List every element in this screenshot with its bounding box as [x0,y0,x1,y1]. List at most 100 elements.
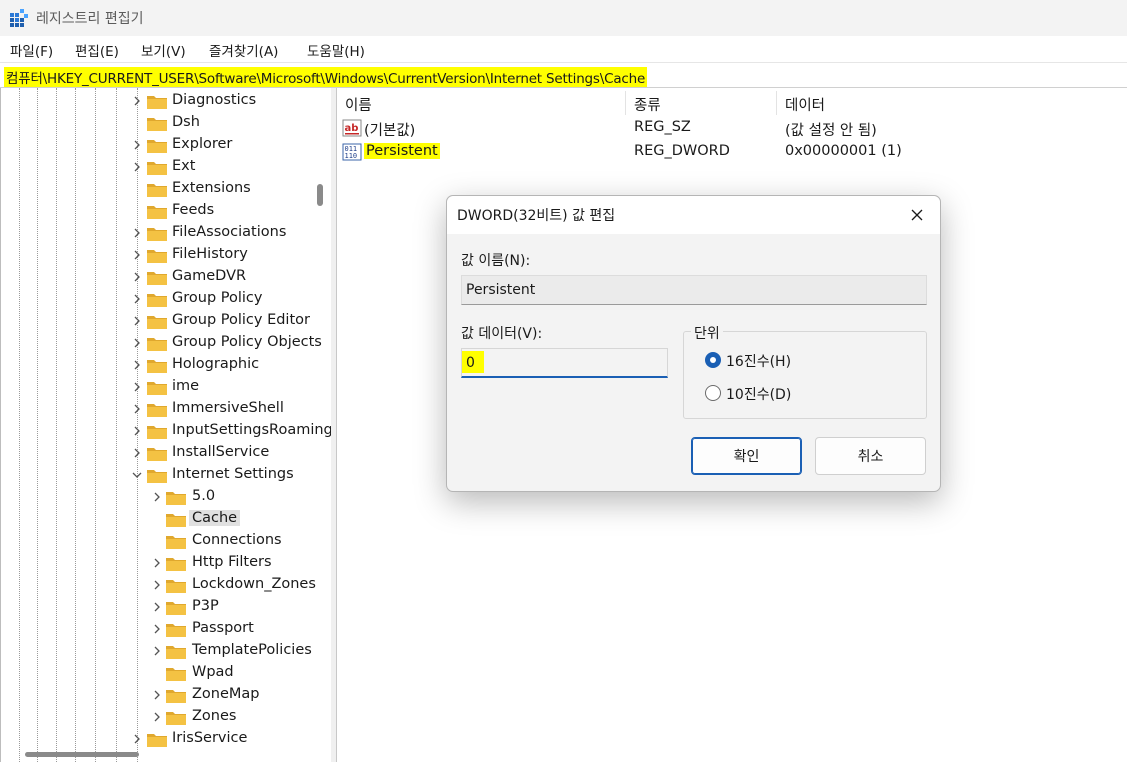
tree-item[interactable]: IrisService [1,728,331,750]
ok-button[interactable]: 확인 [691,437,802,475]
tree-item[interactable]: Ext [1,156,331,178]
tree-item[interactable]: 5.0 [1,486,331,508]
menu-bar: 파일(F) 편집(E) 보기(V) 즐겨찾기(A) 도움말(H) [0,36,1127,62]
chevron-right-icon[interactable] [131,248,143,262]
tree-item-label: Ext [172,158,196,174]
folder-icon [147,426,167,439]
radio-selected-indicator[interactable] [705,352,721,368]
tree-item-label: Holographic [172,356,260,372]
tree-item[interactable]: Http Filters [1,552,331,574]
chevron-right-icon[interactable] [131,446,143,460]
chevron-right-icon[interactable] [131,226,143,240]
chevron-right-icon[interactable] [151,490,163,504]
tree-horizontal-scrollbar[interactable] [25,752,139,757]
tree-item[interactable]: InstallService [1,442,331,464]
tree-item[interactable]: Wpad [1,662,331,684]
folder-icon [147,448,167,461]
tree-item[interactable]: Lockdown_Zones [1,574,331,596]
cancel-button[interactable]: 취소 [815,437,926,475]
chevron-right-icon[interactable] [151,688,163,702]
chevron-right-icon[interactable] [131,402,143,416]
chevron-right-icon[interactable] [131,270,143,284]
key-tree-pane[interactable]: Diagnostics Dsh Explorer Ext Extensions Feeds… [0,88,331,762]
chevron-right-icon[interactable] [131,424,143,438]
tree-item[interactable]: FileAssociations [1,222,331,244]
chevron-right-icon[interactable] [131,314,143,328]
tree-item[interactable]: Passport [1,618,331,640]
folder-icon [147,184,167,197]
tree-item[interactable]: Group Policy Objects [1,332,331,354]
dword-value-icon: 011 110 [342,143,362,161]
tree-item[interactable]: P3P [1,596,331,618]
chevron-right-icon[interactable] [131,160,143,174]
tree-item[interactable]: FileHistory [1,244,331,266]
tree-item-label: Internet Settings [172,466,294,482]
chevron-right-icon[interactable] [131,358,143,372]
tree-item[interactable]: Dsh [1,112,331,134]
chevron-right-icon[interactable] [131,732,143,746]
address-bar[interactable]: 컴퓨터\HKEY_CURRENT_USER\Software\Microsoft… [0,62,1127,88]
menu-view[interactable]: 보기(V) [141,40,186,60]
tree-item[interactable]: Holographic [1,354,331,376]
folder-icon [147,316,167,329]
chevron-right-icon[interactable] [151,578,163,592]
tree-item[interactable]: Extensions [1,178,331,200]
chevron-right-icon[interactable] [131,94,143,108]
address-path[interactable]: 컴퓨터\HKEY_CURRENT_USER\Software\Microsoft… [4,67,648,87]
tree-item[interactable]: Explorer [1,134,331,156]
tree-vertical-scrollbar[interactable] [317,184,323,206]
chevron-right-icon[interactable] [151,710,163,724]
tree-item[interactable]: Zones [1,706,331,728]
dialog-close-button[interactable] [894,196,940,234]
column-header-type[interactable]: 종류 [634,94,661,115]
tree-item-label: Connections [192,532,282,548]
chevron-right-icon[interactable] [151,622,163,636]
tree-item[interactable]: Diagnostics [1,90,331,112]
tree-item[interactable]: Feeds [1,200,331,222]
value-name-field: Persistent [461,275,927,305]
tree-item-label: FileHistory [172,246,248,262]
column-separator[interactable] [776,91,777,115]
tree-item-label: 5.0 [192,488,216,504]
value-row[interactable]: 011 110 Persistent REG_DWORD 0x00000001 … [337,140,1127,164]
chevron-right-icon[interactable] [151,556,163,570]
chevron-right-icon[interactable] [131,380,143,394]
tree-item[interactable]: Internet Settings [1,464,331,486]
chevron-down-icon[interactable] [131,468,143,482]
chevron-right-icon[interactable] [151,644,163,658]
radio-unselected-indicator[interactable] [705,385,721,401]
tree-item[interactable]: Group Policy Editor [1,310,331,332]
folder-icon [166,492,186,505]
value-row[interactable]: ab (기본값) REG_SZ (값 설정 안 됨) [337,116,1127,140]
chevron-right-icon[interactable] [151,600,163,614]
menu-favorites[interactable]: 즐겨찾기(A) [209,40,278,60]
tree-item[interactable]: TemplatePolicies [1,640,331,662]
tree-item[interactable]: Cache [1,508,331,530]
column-header-name[interactable]: 이름 [345,94,372,115]
menu-edit[interactable]: 편집(E) [75,40,119,60]
chevron-right-icon[interactable] [131,292,143,306]
tree-item[interactable]: Group Policy [1,288,331,310]
menu-help[interactable]: 도움말(H) [307,40,365,60]
value-data: (값 설정 안 됨) [785,123,877,139]
folder-icon [147,96,167,109]
tree-item[interactable]: Connections [1,530,331,552]
tree-item[interactable]: ImmersiveShell [1,398,331,420]
tree-item[interactable]: InputSettingsRoaming [1,420,331,442]
svg-text:ab: ab [345,123,359,134]
chevron-right-icon[interactable] [131,336,143,350]
column-separator[interactable] [625,91,626,115]
menu-file[interactable]: 파일(F) [10,40,53,60]
tree-item-label: Wpad [192,664,234,680]
value-data-input[interactable] [461,348,668,378]
tree-item[interactable]: GameDVR [1,266,331,288]
tree-item-label: TemplatePolicies [192,642,312,658]
svg-text:110: 110 [345,152,358,160]
value-data-label: 값 데이터(V): [461,326,543,342]
folder-icon [147,338,167,351]
chevron-right-icon[interactable] [131,138,143,152]
tree-item[interactable]: ZoneMap [1,684,331,706]
tree-item[interactable]: ime [1,376,331,398]
column-header-data[interactable]: 데이터 [785,94,825,115]
tree-item-label: Group Policy [172,290,263,306]
